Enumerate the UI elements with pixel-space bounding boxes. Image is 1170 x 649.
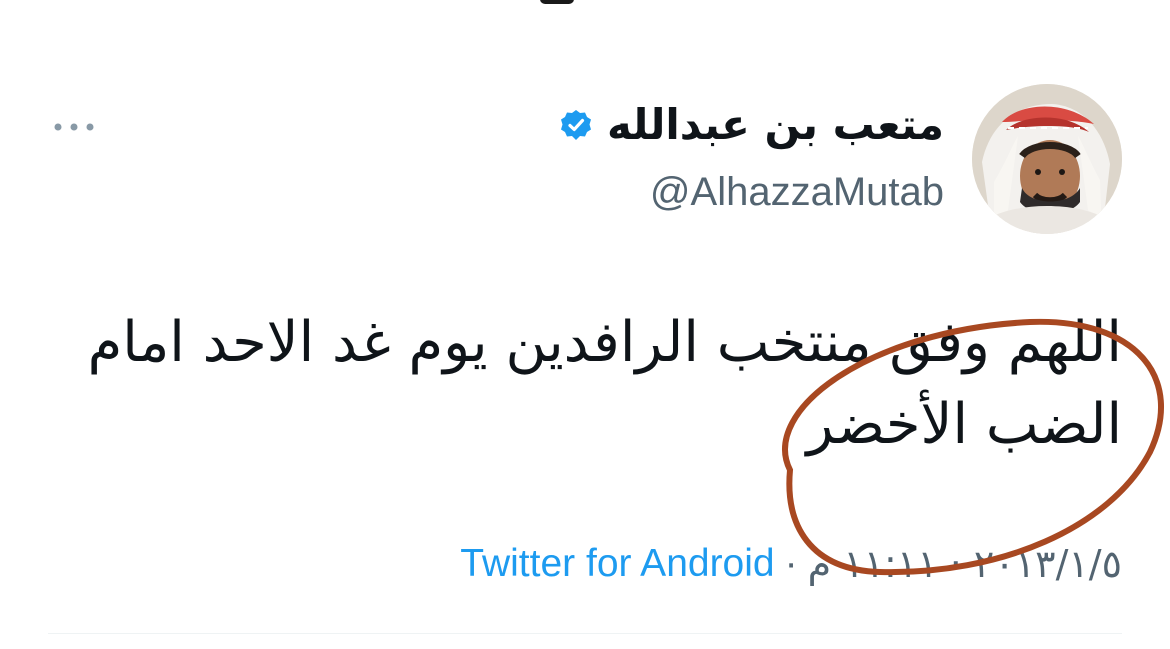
name-row: متعب بن عبدالله [559, 104, 944, 146]
more-dots-icon [54, 123, 94, 131]
avatar[interactable] [972, 84, 1122, 234]
timestamp[interactable]: ٢٠١٣/١/٥ · ١١:١١ م [808, 545, 1122, 583]
cropped-top-fragment [540, 0, 580, 8]
tweet-meta: Twitter for Android · ٢٠١٣/١/٥ · ١١:١١ م [460, 544, 1122, 583]
tweet-text: اللهم وفق منتخب الرافدين يوم غد الاحد ام… [87, 310, 1122, 457]
verified-badge-icon [560, 110, 591, 140]
tweet-header: متعب بن عبدالله @AlhazzaMutab [559, 84, 1122, 234]
user-handle[interactable]: @AlhazzaMutab [650, 172, 944, 212]
more-options-button[interactable] [50, 112, 98, 142]
display-name[interactable]: متعب بن عبدالله [607, 104, 944, 146]
divider [48, 633, 1122, 634]
meta-separator: · [784, 542, 798, 585]
avatar-portrait [972, 84, 1122, 234]
source-link[interactable]: Twitter for Android [460, 544, 774, 583]
